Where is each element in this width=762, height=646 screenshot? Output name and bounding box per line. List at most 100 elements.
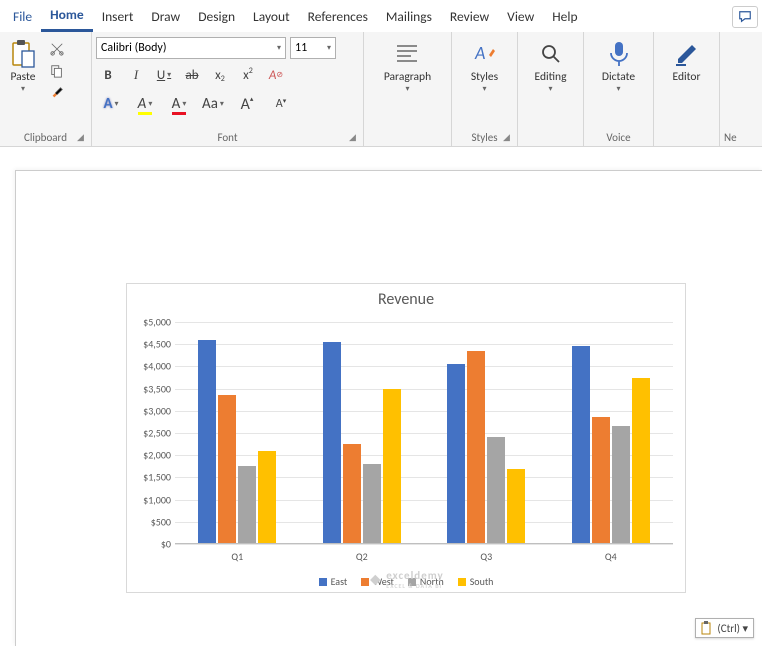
change-case-button[interactable]: Aa▾ bbox=[198, 91, 228, 117]
next-group-cutoff: Ne bbox=[724, 130, 737, 146]
tab-draw[interactable]: Draw bbox=[142, 3, 189, 31]
y-tick: $3,500 bbox=[143, 382, 171, 395]
font-name-dropdown[interactable]: Calibri (Body)▾ bbox=[96, 37, 286, 59]
strike-button[interactable]: ab bbox=[180, 64, 204, 86]
chevron-down-icon: ▾ bbox=[405, 84, 409, 94]
styles-label: Styles bbox=[471, 70, 498, 84]
tab-view[interactable]: View bbox=[498, 3, 543, 31]
clipboard-launcher[interactable]: ◢ bbox=[77, 132, 89, 144]
grow-font-button[interactable]: A▴ bbox=[232, 91, 262, 117]
cut-button[interactable] bbox=[47, 40, 67, 58]
paragraph-icon bbox=[394, 42, 420, 66]
font-color-button[interactable]: A▾ bbox=[164, 91, 194, 117]
italic-button[interactable]: I bbox=[124, 64, 148, 86]
bar-west bbox=[467, 351, 485, 544]
x-label: Q1 bbox=[231, 550, 243, 563]
bar-east bbox=[323, 342, 341, 544]
styles-icon: A bbox=[471, 41, 499, 67]
format-painter-button[interactable] bbox=[47, 84, 67, 102]
dictate-button[interactable]: Dictate ▾ bbox=[598, 37, 639, 96]
y-tick: $0 bbox=[161, 538, 171, 551]
tab-home[interactable]: Home bbox=[41, 1, 93, 32]
copy-button[interactable] bbox=[47, 62, 67, 80]
tab-mailings[interactable]: Mailings bbox=[377, 3, 441, 31]
tab-design[interactable]: Design bbox=[189, 3, 244, 31]
tab-review[interactable]: Review bbox=[441, 3, 498, 31]
editor-icon bbox=[674, 41, 700, 67]
bar-north bbox=[363, 464, 381, 544]
bar-north bbox=[238, 466, 256, 544]
styles-button[interactable]: A Styles ▾ bbox=[466, 37, 504, 96]
y-tick: $4,000 bbox=[143, 360, 171, 373]
bar-cluster: Q1 bbox=[175, 322, 300, 544]
bar-north bbox=[487, 437, 505, 544]
shrink-font-button[interactable]: A▾ bbox=[266, 91, 296, 117]
group-label-clipboard: Clipboard bbox=[4, 130, 87, 146]
brush-icon bbox=[50, 86, 64, 100]
x-label: Q2 bbox=[356, 550, 368, 563]
chevron-down-icon: ▾ bbox=[21, 84, 25, 94]
svg-text:A: A bbox=[474, 42, 485, 64]
bar-east bbox=[198, 340, 216, 544]
bar-west bbox=[218, 395, 236, 544]
legend-label: East bbox=[331, 575, 348, 588]
editing-button[interactable]: Editing ▾ bbox=[531, 37, 571, 96]
bar-south bbox=[383, 389, 401, 544]
y-tick: $1,000 bbox=[143, 493, 171, 506]
y-tick: $5,000 bbox=[143, 316, 171, 329]
mic-icon bbox=[608, 40, 630, 68]
bar-south bbox=[258, 451, 276, 544]
chart-bars: Q1Q2Q3Q4 bbox=[175, 322, 673, 544]
ribbon: Paste ▾ Clipboard ◢ Calibri (Body)▾ 11▾ … bbox=[0, 32, 762, 147]
bold-button[interactable]: B bbox=[96, 64, 120, 86]
font-launcher[interactable]: ◢ bbox=[349, 132, 361, 144]
tab-layout[interactable]: Layout bbox=[244, 3, 299, 31]
tab-file[interactable]: File bbox=[4, 3, 41, 31]
paste-options-label: (Ctrl) ▾ bbox=[717, 622, 748, 635]
embedded-chart[interactable]: Revenue $0$500$1,000$1,500$2,000$2,500$3… bbox=[126, 283, 686, 593]
text-effects-button[interactable]: A▾ bbox=[96, 91, 126, 117]
paste-label: Paste bbox=[10, 70, 35, 84]
y-tick: $2,000 bbox=[143, 449, 171, 462]
paste-button[interactable]: Paste ▾ bbox=[4, 37, 42, 96]
paste-options-smart-tag[interactable]: (Ctrl) ▾ bbox=[695, 618, 754, 638]
paragraph-button[interactable]: Paragraph ▾ bbox=[380, 37, 435, 96]
logo-icon bbox=[368, 573, 382, 587]
tab-help[interactable]: Help bbox=[543, 3, 586, 31]
chart-plot-area: $0$500$1,000$1,500$2,000$2,500$3,000$3,5… bbox=[175, 322, 673, 544]
highlight-button[interactable]: A▾ bbox=[130, 91, 160, 117]
legend-item: South bbox=[458, 575, 494, 588]
editor-label: Editor bbox=[673, 70, 701, 84]
bar-cluster: Q4 bbox=[549, 322, 674, 544]
legend-label: South bbox=[470, 575, 494, 588]
y-tick: $2,500 bbox=[143, 427, 171, 440]
dictate-label: Dictate bbox=[602, 70, 635, 84]
bar-south bbox=[632, 378, 650, 545]
y-tick: $500 bbox=[151, 515, 171, 528]
y-tick: $3,000 bbox=[143, 404, 171, 417]
y-tick: $4,500 bbox=[143, 338, 171, 351]
comment-icon bbox=[738, 10, 752, 24]
document-page: Revenue $0$500$1,000$1,500$2,000$2,500$3… bbox=[15, 170, 762, 646]
superscript-button[interactable]: x2 bbox=[236, 64, 260, 86]
tab-references[interactable]: References bbox=[299, 3, 377, 31]
x-label: Q4 bbox=[605, 550, 617, 563]
bar-west bbox=[343, 444, 361, 544]
copy-icon bbox=[50, 64, 64, 78]
chart-y-axis: $0$500$1,000$1,500$2,000$2,500$3,000$3,5… bbox=[131, 322, 173, 544]
styles-launcher[interactable]: ◢ bbox=[503, 132, 515, 144]
tab-insert[interactable]: Insert bbox=[93, 3, 143, 31]
clear-format-button[interactable]: A⊘ bbox=[264, 64, 288, 86]
comments-button[interactable] bbox=[732, 6, 758, 28]
watermark: exceldemy EXCEL & DATA BI bbox=[368, 569, 443, 590]
bar-south bbox=[507, 469, 525, 544]
bar-west bbox=[592, 417, 610, 544]
bar-cluster: Q2 bbox=[300, 322, 425, 544]
underline-button[interactable]: U▾ bbox=[152, 64, 176, 86]
paste-icon bbox=[10, 39, 36, 69]
subscript-button[interactable]: x2 bbox=[208, 64, 232, 86]
editor-button[interactable]: Editor bbox=[668, 37, 706, 86]
group-label-voice: Voice bbox=[588, 130, 649, 146]
font-size-dropdown[interactable]: 11▾ bbox=[290, 37, 336, 59]
font-size-value: 11 bbox=[295, 41, 307, 55]
